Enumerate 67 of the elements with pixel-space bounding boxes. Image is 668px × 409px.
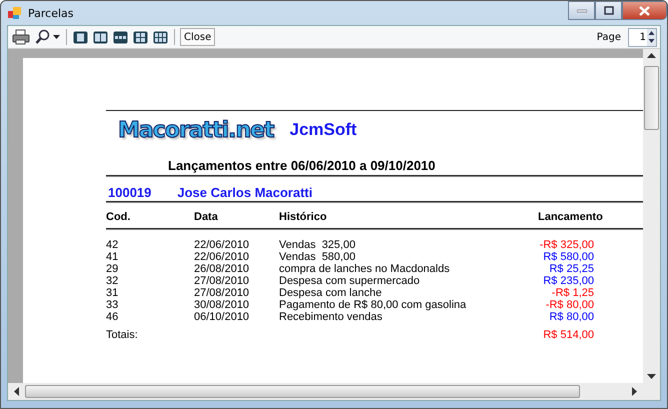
- four-pages-icon: [133, 30, 148, 44]
- client-code: 100019: [108, 185, 152, 200]
- table-cell-text: Despesa com lanche: [279, 287, 383, 299]
- page-label: Page: [596, 32, 621, 42]
- six-pages-icon: [153, 30, 168, 44]
- table-cell-text: -R$ 325,00: [538, 239, 595, 251]
- logo: Macoratti.net: [118, 118, 274, 142]
- scroll-thumb[interactable]: [644, 66, 659, 130]
- table-cell-text: -R$ 1,25: [550, 287, 595, 299]
- scroll-thumb[interactable]: [25, 385, 580, 398]
- minimize-icon: [576, 8, 586, 12]
- table-cell-text: 33: [106, 299, 120, 311]
- company-name: JcmSoft: [290, 120, 357, 140]
- close-preview-button[interactable]: Close: [180, 28, 216, 46]
- three-pages-icon: [113, 30, 128, 44]
- report-title: Lançamentos entre 06/06/2010 a 09/10/2010: [167, 157, 436, 175]
- spin-arrows-icon: [647, 29, 656, 45]
- table-cell-text: 30/08/2010: [194, 299, 250, 311]
- print-button[interactable]: [11, 27, 31, 47]
- magnifier-icon: [35, 29, 51, 45]
- table-cell-text: compra de lanches no Macdonalds: [279, 263, 451, 275]
- table-cell-text: R$ 235,00: [542, 275, 595, 287]
- table-cell-text: R$ 580,00: [542, 251, 595, 263]
- totals-label: Totais:: [106, 329, 139, 341]
- scroll-right-icon: [632, 387, 637, 396]
- table-cell-text: Vendas 325,00: [279, 239, 356, 251]
- vertical-scrollbar[interactable]: [643, 49, 660, 383]
- table-cell-text: 29: [106, 263, 120, 275]
- scroll-up-icon: [647, 53, 656, 58]
- two-pages-icon: [93, 30, 108, 44]
- table-cell-text: 31: [106, 287, 120, 299]
- column-header: Lancamento: [538, 211, 602, 223]
- table-cell-text: 26/08/2010: [194, 263, 250, 275]
- client-name: Jose Carlos Macoratti: [177, 185, 312, 200]
- scroll-down-icon: [647, 374, 656, 379]
- window-title: Parcelas: [28, 6, 74, 20]
- table-cell-text: 27/08/2010: [194, 287, 250, 299]
- maximize-button[interactable]: [595, 1, 622, 20]
- horizontal-scrollbar[interactable]: [8, 383, 643, 400]
- table-cell-text: 22/06/2010: [194, 239, 250, 251]
- column-header: Histórico: [279, 211, 328, 223]
- table-cell-text: 27/08/2010: [194, 275, 250, 287]
- column-header: Cod.: [106, 211, 132, 223]
- table-cell-text: -R$ 80,00: [544, 299, 595, 311]
- close-icon: [639, 6, 650, 16]
- scroll-left-icon: [14, 387, 19, 396]
- table-cell-text: 46: [106, 311, 120, 323]
- column-header: Data: [194, 211, 219, 223]
- table-cell-text: R$ 80,00: [548, 311, 595, 323]
- close-button[interactable]: [622, 1, 667, 20]
- table-cell-text: Vendas 580,00: [279, 251, 356, 263]
- table-cell-text: 06/10/2010: [194, 311, 250, 323]
- printer-icon: [12, 29, 30, 45]
- caret-icon: [53, 35, 60, 39]
- table-cell-text: Pagamento de R$ 80,00 com gasolina: [279, 299, 468, 311]
- table-cell-text: 41: [106, 251, 120, 263]
- table-cell-text: 32: [106, 275, 120, 287]
- app-icon: [7, 5, 23, 21]
- one-page-icon: [73, 30, 88, 44]
- totals-value: R$ 514,00: [542, 329, 595, 341]
- table-cell-text: Despesa com supermercado: [279, 275, 421, 287]
- maximize-icon: [604, 6, 614, 15]
- table-cell-text: Recebimento vendas: [279, 311, 384, 323]
- table-cell-text: 22/06/2010: [194, 251, 250, 263]
- page-spinner[interactable]: 1: [628, 28, 657, 46]
- table-cell-text: R$ 25,25: [548, 263, 595, 275]
- table-cell-text: 42: [106, 239, 120, 251]
